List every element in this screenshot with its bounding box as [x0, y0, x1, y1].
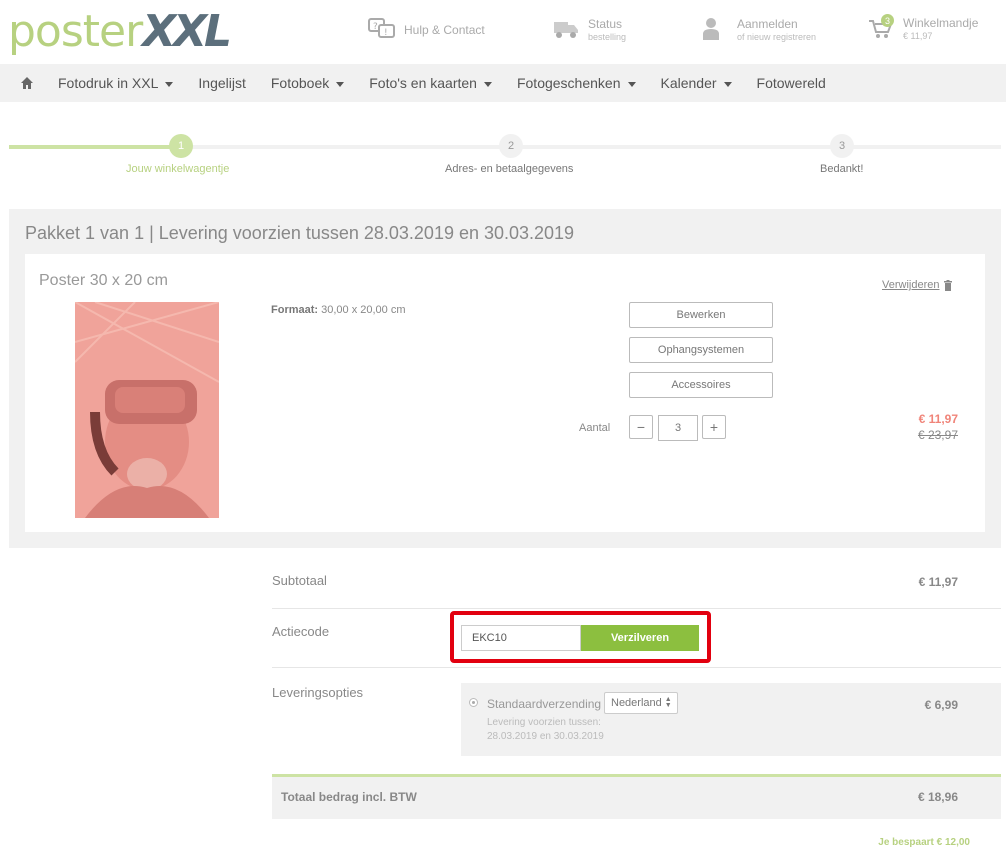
home-icon[interactable]	[20, 76, 34, 90]
nav-fotowereld[interactable]: Fotowereld	[757, 75, 826, 91]
nav-label: Ingelijst	[198, 75, 246, 91]
divider	[272, 667, 1001, 668]
progress-bar-remaining	[181, 145, 1001, 149]
promo-code-input[interactable]: EKC10	[461, 625, 581, 651]
shipping-radio[interactable]	[469, 698, 478, 707]
step-1-label: Jouw winkelwagentje	[126, 163, 230, 175]
nav-label: Kalender	[660, 75, 717, 91]
chat-bubbles-icon: ?!	[368, 18, 395, 38]
price-discounted: € 11,97	[918, 412, 958, 426]
step-2-dot: 2	[499, 134, 523, 158]
chevron-down-icon	[165, 81, 174, 87]
chevron-down-icon	[723, 81, 732, 87]
step-2-label: Adres- en betaalgegevens	[445, 163, 574, 175]
select-arrows-icon: ▲ ▼	[664, 696, 672, 709]
nav-fotogeschenken[interactable]: Fotogeschenken	[517, 75, 636, 91]
login-link[interactable]: Aanmelden of nieuw registreren	[701, 16, 816, 42]
cart-link[interactable]: 3 Winkelmandje € 11,97	[867, 14, 979, 41]
hanging-systems-button[interactable]: Ophangsystemen	[629, 337, 773, 363]
product-thumbnail[interactable]	[75, 302, 219, 518]
help-contact-link[interactable]: ?! Hulp & Contact	[368, 17, 485, 43]
logo[interactable]: posterXXL	[8, 10, 232, 54]
nav-label: Fotodruk in XXL	[58, 75, 159, 91]
divider	[272, 608, 1001, 609]
accessories-button[interactable]: Accessoires	[629, 372, 773, 398]
quantity-label: Aantal	[579, 422, 611, 434]
remove-link[interactable]: Verwijderen	[882, 279, 953, 291]
status-label: Status	[588, 16, 623, 31]
shipping-note: Levering voorzien tussen: 28.03.2019 en 3…	[487, 716, 604, 744]
format-label: Formaat:	[271, 304, 319, 316]
vr-headset-photo	[75, 302, 219, 518]
quantity-input[interactable]: 3	[658, 415, 698, 441]
cart-total: € 11,97	[903, 30, 933, 41]
nav-kalender[interactable]: Kalender	[661, 75, 732, 91]
nav-ingelijst[interactable]: Ingelijst	[198, 75, 245, 91]
nav-fotodruk[interactable]: Fotodruk in XXL	[58, 75, 174, 91]
savings-text: Je bespaart € 12,00	[878, 837, 970, 848]
order-status-link[interactable]: Status bestelling	[552, 16, 626, 42]
promo-code-label: Actiecode	[272, 624, 330, 639]
package-title: Pakket 1 van 1 | Levering voorzien tusse…	[25, 223, 575, 243]
delivery-truck-icon	[554, 22, 578, 38]
quantity-increase-button[interactable]: +	[702, 415, 726, 439]
subtotal-label: Subtotaal	[272, 573, 327, 588]
progress-bar-done	[9, 145, 181, 149]
edit-button[interactable]: Bewerken	[629, 302, 773, 328]
help-contact-label: Hulp & Contact	[404, 23, 485, 37]
logo-text-xxl: XXL	[142, 6, 232, 57]
shipping-note-line2: 28.03.2019 en 30.03.2019	[487, 731, 604, 742]
price-original: € 23,97	[917, 428, 958, 442]
login-sub: of nieuw registreren	[737, 31, 817, 42]
nav-label: Fotoboek	[270, 75, 330, 91]
shipping-options-label: Leveringsopties	[272, 685, 364, 700]
nav-label: Fotogeschenken	[516, 75, 621, 91]
country-select[interactable]: Nederland ▲ ▼	[604, 692, 678, 714]
logo-text-poster: poster	[8, 6, 143, 57]
main-nav: Fotodruk in XXL Ingelijst Fotoboek Foto'…	[0, 64, 1006, 102]
total-label: Totaal bedrag incl. BTW	[281, 790, 417, 804]
trash-icon	[944, 279, 953, 291]
subtotal-value: € 11,97	[918, 575, 958, 589]
cart-count-badge: 3	[881, 14, 894, 27]
nav-fotos-kaarten[interactable]: Foto's en kaarten	[369, 75, 492, 91]
shipping-name: Standaardverzending	[487, 697, 602, 711]
chevron-down-icon	[627, 81, 636, 87]
country-value: Nederland	[611, 697, 662, 709]
redeem-button[interactable]: Verzilveren	[581, 625, 699, 651]
step-1-dot: 1	[169, 134, 193, 158]
total-value: € 18,96	[917, 790, 958, 804]
status-sub: bestelling	[588, 31, 627, 42]
remove-label: Verwijderen	[882, 279, 940, 291]
shipping-price: € 6,99	[924, 698, 958, 712]
nav-fotoboek[interactable]: Fotoboek	[270, 75, 345, 91]
svg-text:?: ?	[373, 22, 378, 32]
format-info: Formaat: 30,00 x 20,00 cm	[271, 304, 406, 316]
shipping-note-line1: Levering voorzien tussen:	[487, 717, 601, 728]
step-3-label: Bedankt!	[820, 163, 864, 175]
svg-text:!: !	[384, 28, 388, 38]
chevron-down-icon	[483, 81, 492, 87]
nav-label: Foto's en kaarten	[369, 75, 477, 91]
nav-label: Fotowereld	[756, 75, 826, 91]
chevron-down-icon	[336, 81, 345, 87]
quantity-decrease-button[interactable]: −	[629, 415, 653, 439]
product-title: Poster 30 x 20 cm	[39, 272, 168, 289]
step-3-dot: 3	[830, 134, 854, 158]
login-label: Aanmelden	[737, 16, 798, 31]
format-value: 30,00 x 20,00 cm	[321, 304, 406, 316]
user-icon	[703, 18, 719, 40]
cart-label: Winkelmandje	[903, 15, 979, 30]
